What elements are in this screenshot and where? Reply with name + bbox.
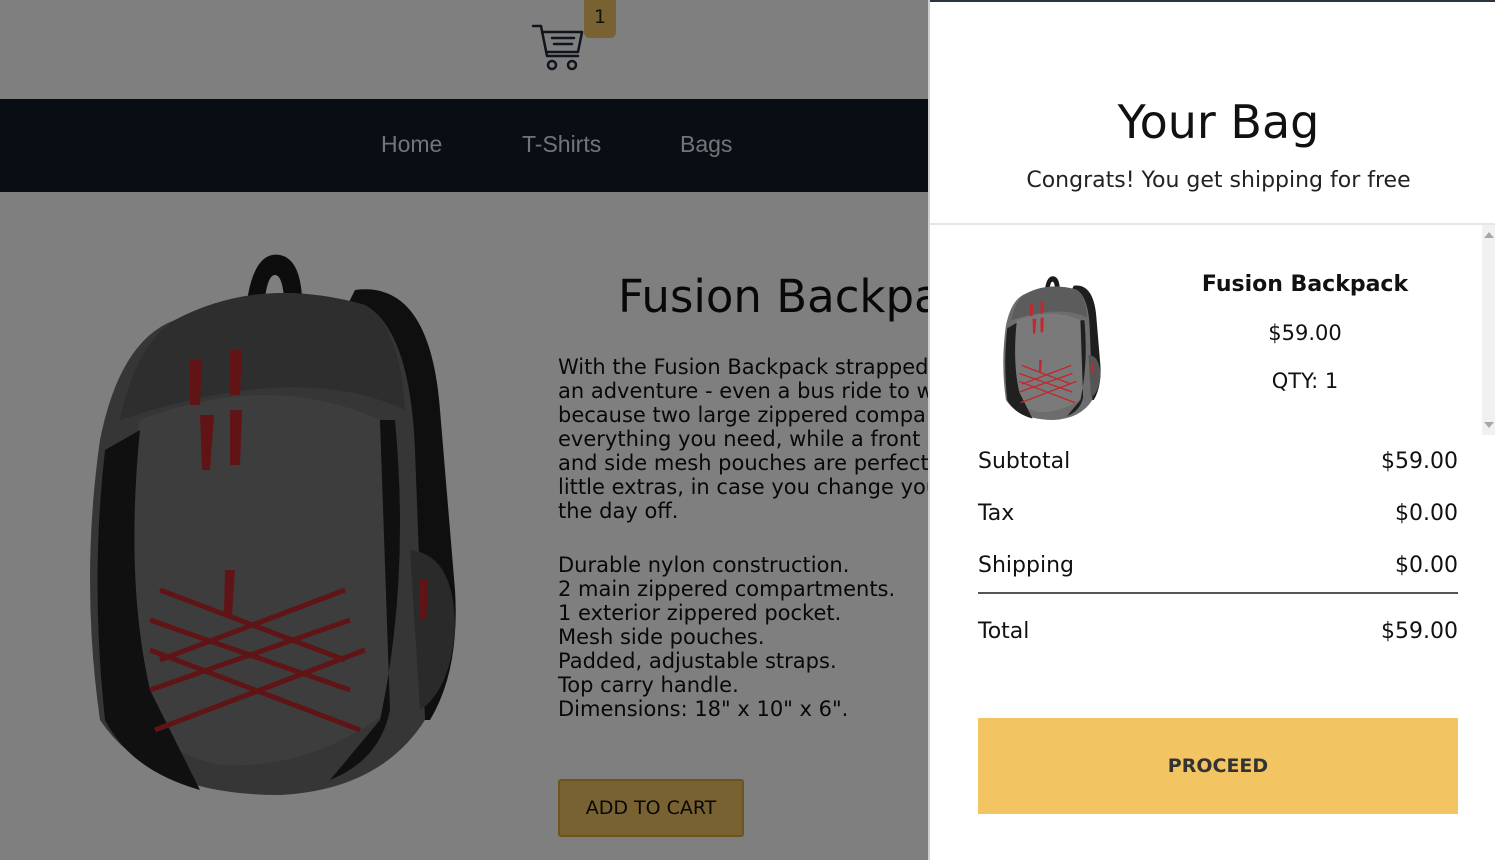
total-label: Total [978,619,1030,644]
drawer-top-border [930,0,1495,2]
summary-divider [978,592,1458,594]
shipping-message: Congrats! You get shipping for free [1026,168,1411,193]
cart-item-image [1000,275,1105,420]
cart-item-qty: QTY: 1 [1271,369,1339,393]
cart-drawer: Your Bag Congrats! You get shipping for … [928,0,1495,860]
cart-item-name: Fusion Backpack [1201,272,1409,297]
scroll-up-arrow-icon[interactable] [1484,232,1494,238]
shipping-value: $0.00 [1395,553,1458,578]
total-value: $59.00 [1381,619,1458,644]
cart-items-scrollbar[interactable] [1482,225,1495,435]
scroll-down-arrow-icon[interactable] [1484,422,1494,428]
cart-items-list[interactable]: Fusion Backpack $59.00 QTY: 1 [930,225,1483,435]
modal-backdrop[interactable] [0,0,928,860]
tax-label: Tax [978,501,1015,526]
cart-title: Your Bag [1117,95,1320,149]
subtotal-label: Subtotal [978,449,1071,474]
tax-value: $0.00 [1395,501,1458,526]
tax-row: Tax $0.00 [978,501,1458,531]
shipping-label: Shipping [978,553,1074,578]
cart-item-price: $59.00 [1268,321,1342,345]
total-row: Total $59.00 [978,619,1458,649]
subtotal-row: Subtotal $59.00 [978,449,1458,479]
subtotal-value: $59.00 [1381,449,1458,474]
proceed-button[interactable]: PROCEED [978,718,1458,814]
shipping-row: Shipping $0.00 [978,553,1458,583]
